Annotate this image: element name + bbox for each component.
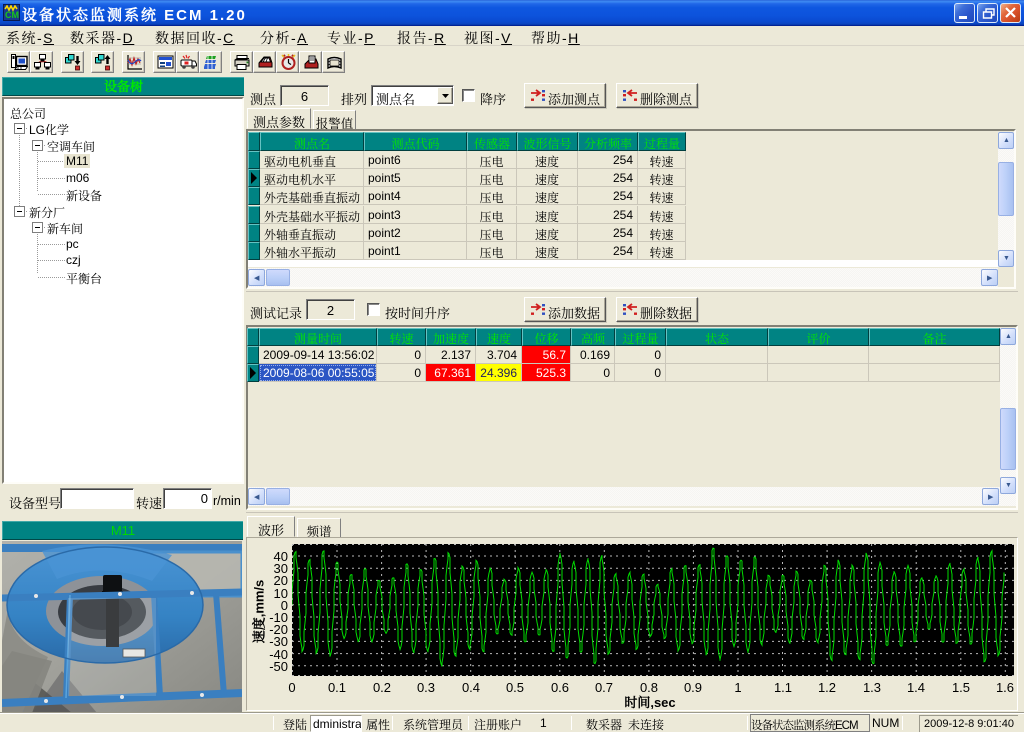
svg-text:CM: CM (5, 10, 19, 20)
